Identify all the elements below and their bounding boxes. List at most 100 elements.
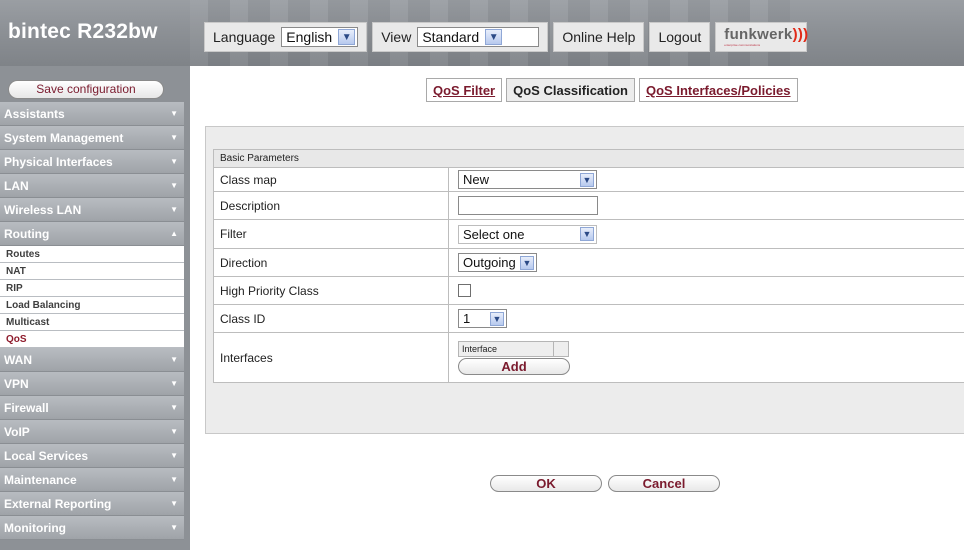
sidebar-item-label: Physical Interfaces — [4, 154, 113, 169]
filter-cell: Select one ▼ — [449, 220, 964, 248]
basic-parameters-form: Basic Parameters Class map New ▼ Descrip… — [213, 149, 964, 383]
tab-qos-filter[interactable]: QoS Filter — [426, 78, 503, 102]
sidebar-item-voip[interactable]: VoIP ▼ — [0, 420, 184, 444]
sidebar-item-wan[interactable]: WAN ▼ — [0, 348, 184, 372]
sidebar-item-label: Local Services — [4, 448, 89, 463]
sidebar-item-label: Firewall — [4, 400, 49, 415]
chevron-down-icon: ▼ — [170, 181, 178, 190]
view-label: View — [381, 29, 412, 45]
filter-row: Filter Select one ▼ — [213, 220, 964, 249]
interfaces-cell: Interface Add — [449, 333, 964, 382]
sidebar-subitem-load-balancing[interactable]: Load Balancing — [0, 297, 184, 314]
section-header: Basic Parameters — [213, 149, 964, 168]
sidebar: Save configuration Assistants ▼ System Ma… — [0, 66, 190, 550]
cancel-button[interactable]: Cancel — [608, 475, 720, 492]
chevron-down-icon: ▼ — [170, 109, 178, 118]
interfaces-table: Interface Add — [458, 340, 580, 375]
ok-button[interactable]: OK — [490, 475, 602, 492]
class-id-cell: 1 ▼ — [449, 305, 964, 332]
chevron-down-icon: ▼ — [170, 205, 178, 214]
chevron-down-icon: ▼ — [170, 157, 178, 166]
chevron-down-icon: ▼ — [170, 403, 178, 412]
class-id-value: 1 — [463, 311, 471, 326]
header-bar: bintec R232bw Language English ▼ View St… — [0, 0, 964, 66]
chevron-down-icon: ▼ — [338, 29, 356, 45]
class-map-row: Class map New ▼ — [213, 168, 964, 192]
sidebar-item-label: Wireless LAN — [4, 202, 82, 217]
chevron-down-icon: ▼ — [580, 172, 594, 187]
chevron-down-icon: ▼ — [170, 355, 178, 364]
description-label: Description — [214, 192, 449, 219]
sidebar-item-assistants[interactable]: Assistants ▼ — [0, 102, 184, 126]
class-map-label: Class map — [214, 168, 449, 191]
add-interface-button[interactable]: Add — [458, 357, 570, 375]
sidebar-subitem-rip[interactable]: RIP — [0, 280, 184, 297]
high-priority-cell — [449, 277, 964, 304]
class-id-select[interactable]: 1 ▼ — [458, 309, 507, 328]
sidebar-subitem-routes[interactable]: Routes — [0, 246, 184, 263]
direction-cell: Outgoing ▼ — [449, 249, 964, 276]
sidebar-item-external-reporting[interactable]: External Reporting ▼ — [0, 492, 184, 516]
language-label: Language — [213, 29, 276, 45]
sidebar-item-firewall[interactable]: Firewall ▼ — [0, 396, 184, 420]
direction-label: Direction — [214, 249, 449, 276]
logo-wordmark: funkwerk — [724, 26, 793, 43]
chevron-down-icon: ▼ — [520, 255, 534, 270]
chevron-down-icon: ▼ — [580, 227, 594, 241]
class-map-select[interactable]: New ▼ — [458, 170, 597, 189]
sidebar-item-local-services[interactable]: Local Services ▼ — [0, 444, 184, 468]
sidebar-item-system-management[interactable]: System Management ▼ — [0, 126, 184, 150]
sidebar-item-label: LAN — [4, 178, 29, 193]
filter-value: Select one — [463, 226, 525, 242]
language-select[interactable]: English ▼ — [281, 27, 359, 47]
view-select[interactable]: Standard ▼ — [417, 27, 540, 47]
sidebar-subitem-qos[interactable]: QoS — [0, 331, 184, 348]
description-input[interactable] — [458, 196, 598, 215]
sidebar-item-label: Assistants — [4, 106, 65, 121]
chevron-down-icon: ▼ — [485, 29, 503, 45]
interface-column-header: Interface — [458, 340, 554, 357]
chevron-down-icon: ▼ — [170, 451, 178, 460]
sidebar-item-wireless-lan[interactable]: Wireless LAN ▼ — [0, 198, 184, 222]
language-control: Language English ▼ — [204, 22, 368, 52]
online-help-button[interactable]: Online Help — [553, 22, 645, 52]
tab-qos-classification[interactable]: QoS Classification — [506, 78, 635, 102]
tab-qos-interfaces-policies[interactable]: QoS Interfaces/Policies — [639, 78, 798, 102]
sidebar-subitem-nat[interactable]: NAT — [0, 263, 184, 280]
filter-select[interactable]: Select one ▼ — [458, 224, 597, 244]
chevron-down-icon: ▼ — [170, 523, 178, 532]
sidebar-item-physical-interfaces[interactable]: Physical Interfaces ▼ — [0, 150, 184, 174]
class-id-label: Class ID — [214, 305, 449, 332]
class-id-row: Class ID 1 ▼ — [213, 305, 964, 333]
sidebar-subitem-multicast[interactable]: Multicast — [0, 314, 184, 331]
sidebar-item-label: Monitoring — [4, 520, 66, 535]
tab-bar: QoS Filter QoS Classification QoS Interf… — [426, 78, 802, 102]
class-map-value: New — [463, 172, 490, 187]
sidebar-item-vpn[interactable]: VPN ▼ — [0, 372, 184, 396]
brand-title: bintec R232bw — [8, 20, 158, 43]
sidebar-item-monitoring[interactable]: Monitoring ▼ — [0, 516, 184, 540]
sidebar-item-label: VoIP — [4, 424, 30, 439]
sidebar-item-label: Routing — [4, 226, 50, 241]
chevron-down-icon: ▼ — [170, 427, 178, 436]
sidebar-item-label: System Management — [4, 130, 124, 145]
sidebar-item-lan[interactable]: LAN ▼ — [0, 174, 184, 198]
logo-wave-icon: ))) — [792, 26, 809, 43]
direction-row: Direction Outgoing ▼ — [213, 249, 964, 277]
chevron-down-icon: ▼ — [490, 311, 504, 326]
interfaces-table-header: Interface — [458, 340, 580, 357]
form-panel: Basic Parameters Class map New ▼ Descrip… — [205, 126, 964, 492]
main-content: QoS Filter QoS Classification QoS Interf… — [190, 66, 964, 550]
sidebar-item-routing[interactable]: Routing ▲ — [0, 222, 184, 246]
logout-button[interactable]: Logout — [649, 22, 711, 52]
chevron-up-icon: ▲ — [170, 229, 178, 238]
sidebar-item-maintenance[interactable]: Maintenance ▼ — [0, 468, 184, 492]
chevron-down-icon: ▼ — [170, 499, 178, 508]
direction-value: Outgoing — [463, 255, 516, 270]
direction-select[interactable]: Outgoing ▼ — [458, 253, 537, 272]
form-actions: OK Cancel — [490, 475, 726, 492]
view-control: View Standard ▼ — [372, 22, 549, 52]
save-configuration-button[interactable]: Save configuration — [8, 80, 164, 99]
chevron-down-icon: ▼ — [170, 475, 178, 484]
high-priority-checkbox[interactable] — [458, 284, 471, 297]
